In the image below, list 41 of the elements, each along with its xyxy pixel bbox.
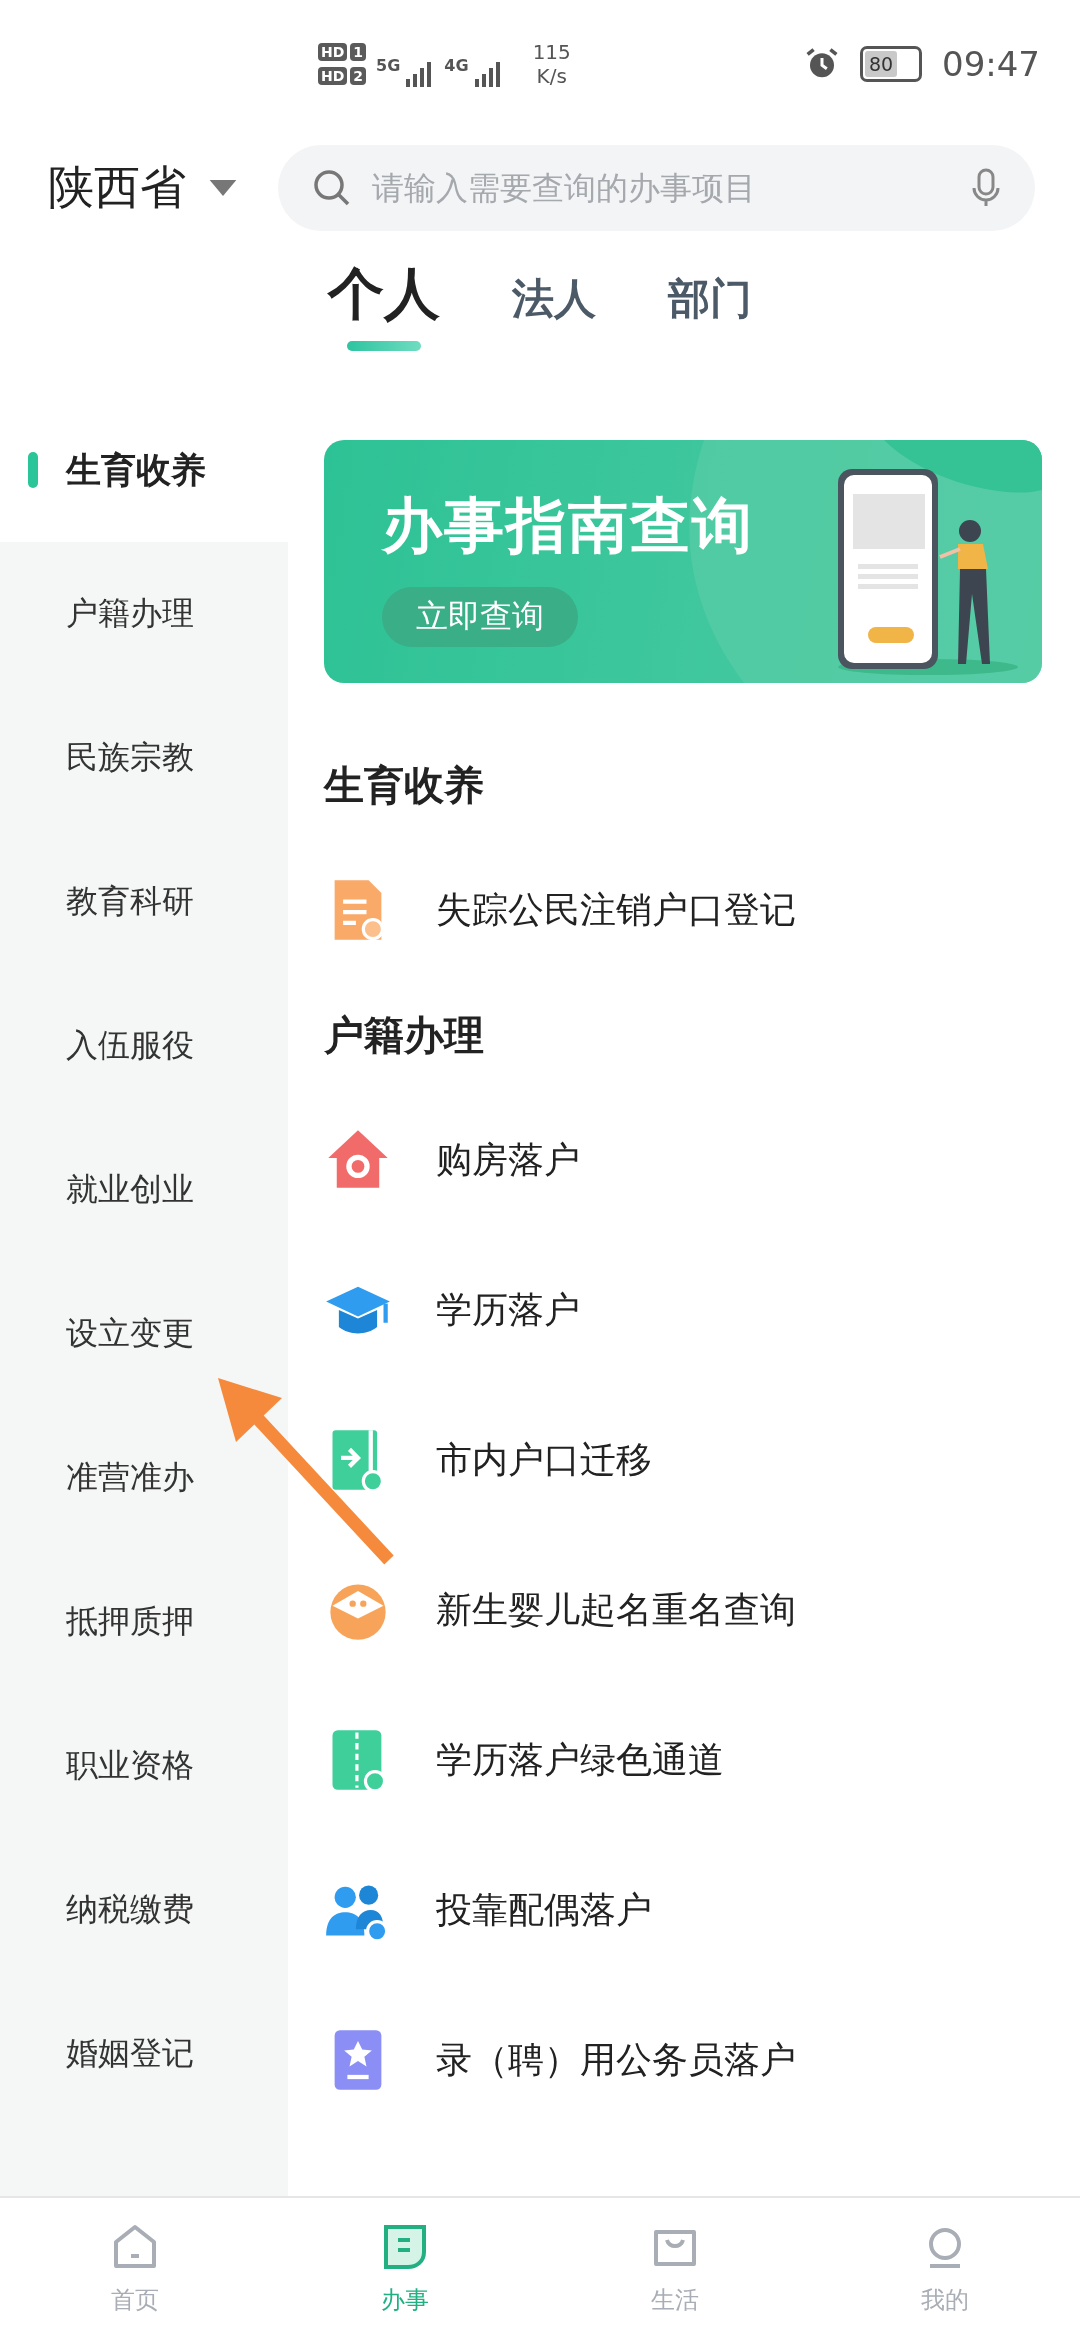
- microphone-icon[interactable]: [971, 167, 1001, 209]
- category-item[interactable]: 抵押质押: [0, 1550, 288, 1694]
- service-item[interactable]: 购房落户: [324, 1085, 1042, 1235]
- speed-unit: K/s: [536, 64, 567, 88]
- service-item[interactable]: 失踪公民注销户口登记: [324, 835, 1042, 985]
- category-item[interactable]: 入伍服役: [0, 974, 288, 1118]
- sim-label: HD: [318, 67, 348, 85]
- network-speed: 115: [532, 40, 571, 64]
- region-selector[interactable]: 陕西省: [48, 157, 238, 219]
- sim-slot: 2: [350, 67, 367, 85]
- category-item[interactable]: 设立变更: [0, 1262, 288, 1406]
- network-type: 4G: [444, 56, 469, 75]
- service-item[interactable]: 学历落户绿色通道: [324, 1685, 1042, 1835]
- service-item[interactable]: 录（聘）用公务员落户: [324, 1985, 1042, 2135]
- service-item[interactable]: 投靠配偶落户: [324, 1835, 1042, 1985]
- tab[interactable]: 个人: [328, 258, 440, 376]
- sim-label: HD: [318, 43, 348, 61]
- caret-icon: [208, 180, 238, 196]
- category-item[interactable]: 户籍办理: [0, 542, 288, 686]
- sim-slot: 1: [350, 43, 367, 61]
- section-title: 生育收养: [324, 760, 485, 810]
- category-item[interactable]: 生育收养: [0, 398, 288, 542]
- search-icon: [312, 168, 352, 208]
- search-field[interactable]: 请输入需要查询的办事项目: [278, 145, 1035, 231]
- category-item[interactable]: 民族宗教: [0, 686, 288, 830]
- search-input[interactable]: 请输入需要查询的办事项目: [370, 168, 953, 208]
- category-item[interactable]: 职业资格: [0, 1694, 288, 1838]
- category-item[interactable]: 教育科研: [0, 830, 288, 974]
- tab[interactable]: 部门: [668, 258, 752, 376]
- signal-icon: [472, 59, 503, 89]
- category-item[interactable]: 婚姻登记: [0, 1982, 288, 2126]
- category-item[interactable]: 纳税缴费: [0, 1838, 288, 1982]
- section-title: 户籍办理: [324, 1010, 485, 1060]
- network-type: 5G: [376, 56, 401, 75]
- category-item[interactable]: 就业创业: [0, 1118, 288, 1262]
- service-item[interactable]: 学历落户: [324, 1235, 1042, 1385]
- banner-title: 办事指南查询: [382, 489, 754, 562]
- battery-level: 80: [865, 51, 898, 77]
- tab[interactable]: 法人: [512, 258, 596, 376]
- clock-time: 09:47: [942, 44, 1040, 84]
- category-item[interactable]: 准营准办: [0, 1406, 288, 1550]
